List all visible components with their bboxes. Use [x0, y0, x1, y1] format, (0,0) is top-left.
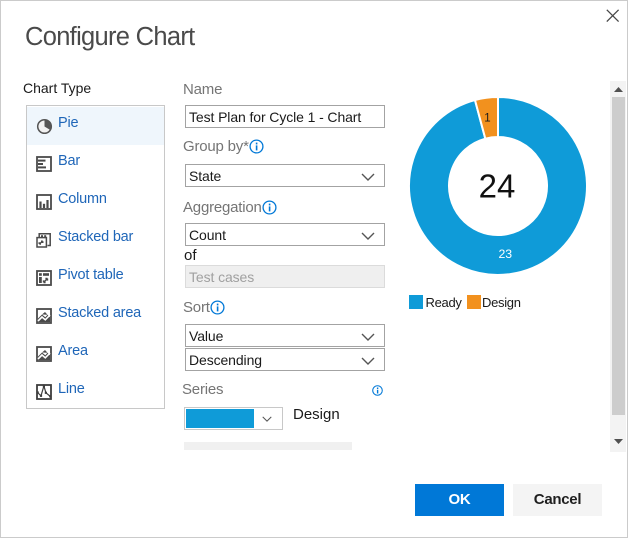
svg-text:1: 1: [484, 113, 490, 125]
svg-text:23: 23: [498, 247, 512, 261]
svg-text:24: 24: [479, 168, 516, 205]
